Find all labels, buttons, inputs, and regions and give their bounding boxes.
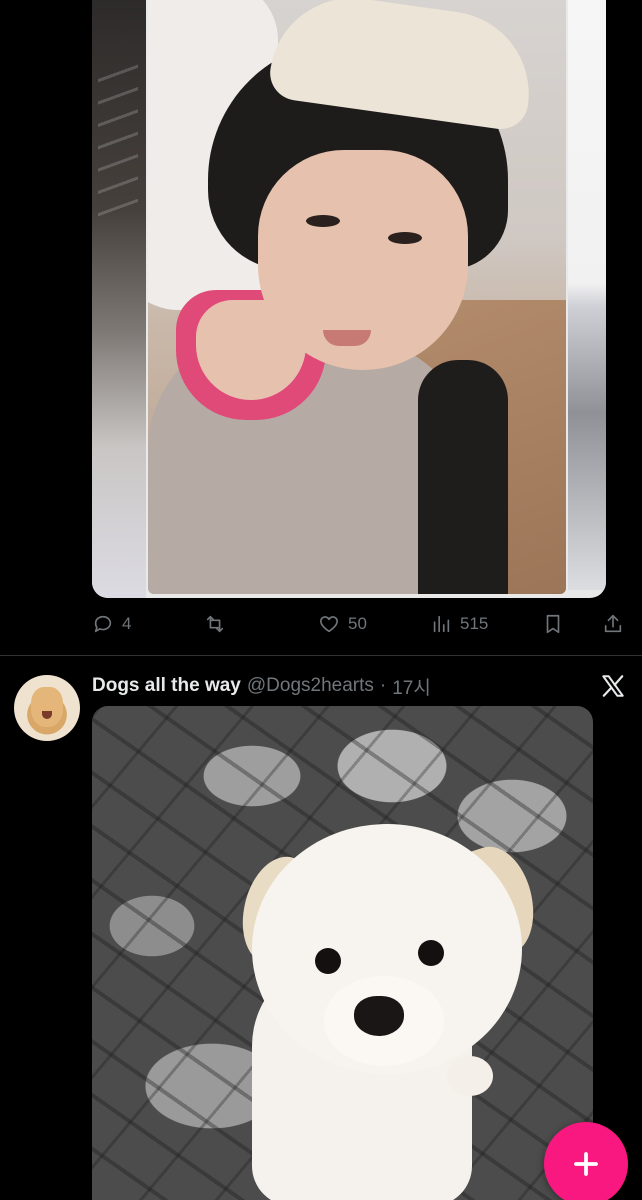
display-name[interactable]: Dogs all the way: [92, 675, 241, 697]
like-button[interactable]: 50: [318, 613, 367, 635]
carousel-photo-previous[interactable]: [92, 0, 146, 598]
tweet-media-photo[interactable]: [92, 706, 593, 1200]
heart-icon: [319, 616, 339, 633]
bookmark-icon: [546, 614, 560, 634]
share-button[interactable]: [602, 613, 624, 635]
retweet-button[interactable]: [204, 613, 234, 635]
x-logo-icon[interactable]: [600, 673, 626, 699]
tweet-header: Dogs all the way @Dogs2hearts · 17시: [92, 673, 431, 699]
user-handle[interactable]: @Dogs2hearts: [247, 675, 374, 697]
photo-eye-right: [388, 232, 422, 244]
bookmark-button[interactable]: [542, 613, 564, 635]
avatar[interactable]: [14, 675, 80, 741]
photo-dog-nose: [354, 996, 404, 1036]
compose-button[interactable]: [544, 1122, 628, 1200]
tweet-divider: [0, 655, 642, 656]
views-button[interactable]: 515: [430, 613, 488, 635]
carousel-photo-next[interactable]: [568, 0, 606, 590]
avatar-dog: [31, 687, 63, 727]
header-separator: ·: [379, 675, 387, 696]
tweet-media-carousel[interactable]: [92, 0, 606, 598]
retweet-icon: [206, 615, 224, 633]
photo-detail: [98, 60, 138, 220]
tweet-action-bar: 4 50 515: [92, 604, 632, 644]
reply-count: 4: [122, 614, 132, 633]
carousel-photo-current[interactable]: [148, 0, 566, 594]
like-count: 50: [348, 614, 367, 633]
views-count: 515: [460, 614, 489, 633]
views-icon: [433, 615, 450, 633]
photo-dog-eye-right: [418, 940, 444, 966]
photo-dog-paw: [447, 1056, 493, 1096]
photo-dog-eye-left: [315, 948, 341, 974]
plus-icon: [574, 1152, 598, 1176]
share-icon: [604, 614, 622, 633]
reply-button[interactable]: 4: [92, 613, 131, 635]
tweet-timestamp[interactable]: 17시: [392, 673, 431, 700]
reply-icon: [94, 615, 112, 633]
photo-shirt-stripe: [418, 360, 508, 594]
photo-eye-left: [306, 215, 340, 227]
